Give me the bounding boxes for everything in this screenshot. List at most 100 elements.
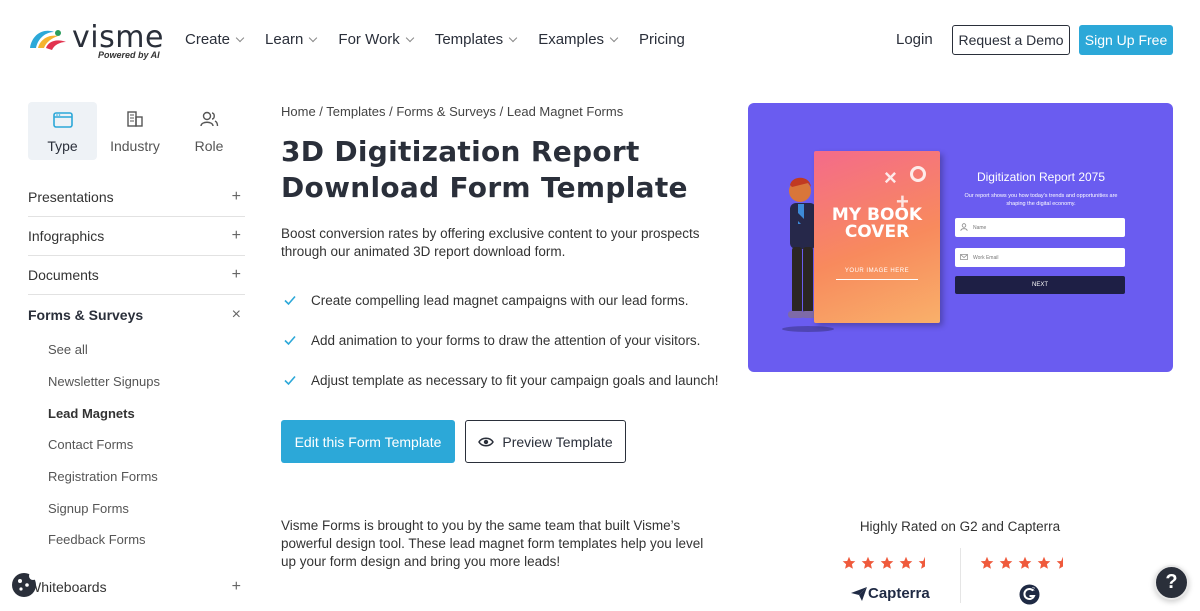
capterra-label: Capterra xyxy=(868,585,930,602)
check-icon xyxy=(284,335,296,346)
subcategory-registration-forms[interactable]: Registration Forms xyxy=(48,461,248,493)
half-star-icon xyxy=(1056,556,1063,569)
nav-templates[interactable]: Templates xyxy=(434,31,518,48)
visme-logo[interactable]: visme Powered by AI xyxy=(28,20,163,62)
subcategory-contact-forms[interactable]: Contact Forms xyxy=(48,429,248,461)
star-icon xyxy=(880,556,894,569)
star-icon xyxy=(861,556,875,569)
star-icon xyxy=(842,556,856,569)
book-cover-subtitle: YOUR IMAGE HERE xyxy=(836,268,918,280)
list-item: Add animation to your forms to draw the … xyxy=(283,320,718,360)
feature-text: Add animation to your forms to draw the … xyxy=(311,332,701,348)
subcategory-see-all[interactable]: See all xyxy=(48,334,248,366)
nav-pricing[interactable]: Pricing xyxy=(639,31,685,48)
subcategory-newsletter-signups[interactable]: Newsletter Signups xyxy=(48,366,248,398)
category-forms-surveys[interactable]: Forms & Surveys × xyxy=(28,295,245,334)
category-presentations[interactable]: Presentations + xyxy=(28,178,245,217)
filter-tabs: Type Industry Role xyxy=(28,102,248,162)
help-button[interactable]: ? xyxy=(1154,565,1189,600)
template-filter-sidebar: Type Industry Role Presentations + Infogr… xyxy=(28,102,248,607)
expand-icon: + xyxy=(231,188,241,205)
category-label: Presentations xyxy=(28,189,114,205)
login-link[interactable]: Login xyxy=(896,31,933,48)
svg-text:2: 2 xyxy=(1032,587,1035,593)
nav-pricing-label: Pricing xyxy=(639,31,685,48)
preview-email-field: Work Email xyxy=(955,248,1125,267)
nav-examples[interactable]: Examples xyxy=(538,31,619,48)
nav-create[interactable]: Create xyxy=(185,31,245,48)
template-preview-image[interactable]: × + MY BOOK COVER YOUR IMAGE HERE Digiti… xyxy=(748,103,1173,372)
collapse-icon: × xyxy=(231,305,241,323)
tab-industry-label: Industry xyxy=(110,138,160,154)
capterra-logo: Capterra xyxy=(850,585,930,602)
cookie-settings-icon[interactable] xyxy=(11,572,37,598)
book-cover-mockup: × + MY BOOK COVER YOUR IMAGE HERE xyxy=(814,151,940,323)
visme-logo-icon xyxy=(30,30,66,50)
subcategory-feedback-forms[interactable]: Feedback Forms xyxy=(48,524,248,556)
nav-learn-label: Learn xyxy=(265,31,304,48)
expand-icon: + xyxy=(231,578,241,596)
category-label: Forms & Surveys xyxy=(28,306,144,323)
buildings-icon xyxy=(127,111,143,127)
nav-create-label: Create xyxy=(185,31,231,48)
tab-industry[interactable]: Industry xyxy=(99,102,171,160)
subcategory-lead-magnets[interactable]: Lead Magnets xyxy=(48,397,248,429)
half-star-icon xyxy=(918,556,925,569)
subcategory-list: See all Newsletter Signups Lead Magnets … xyxy=(28,334,248,556)
sign-up-button[interactable]: Sign Up Free xyxy=(1079,25,1173,55)
g2-logo-icon: 2 xyxy=(1019,584,1040,605)
star-icon xyxy=(1037,556,1051,569)
category-whiteboards[interactable]: Whiteboards + xyxy=(28,568,245,607)
g2-stars xyxy=(980,556,1070,570)
chevron-down-icon xyxy=(508,33,518,43)
list-item: Create compelling lead magnet campaigns … xyxy=(283,280,718,320)
logo-tagline: Powered by AI xyxy=(98,50,160,60)
expand-icon: + xyxy=(231,227,241,244)
nav-for-work[interactable]: For Work xyxy=(338,31,415,48)
forms-intro-text: Visme Forms is brought to you by the sam… xyxy=(281,518,704,569)
window-icon xyxy=(52,112,73,128)
mail-icon xyxy=(960,254,968,260)
tab-role-label: Role xyxy=(194,138,224,154)
capterra-stars xyxy=(842,556,932,570)
tab-type-label: Type xyxy=(47,138,78,154)
chevron-down-icon xyxy=(405,33,415,43)
tab-type[interactable]: Type xyxy=(28,102,97,160)
preview-template-label: Preview Template xyxy=(502,433,613,450)
star-icon xyxy=(899,556,913,569)
edit-template-button[interactable]: Edit this Form Template xyxy=(281,420,455,463)
chevron-down-icon xyxy=(235,33,245,43)
preview-name-field: Name xyxy=(955,218,1125,237)
chevron-down-icon xyxy=(609,33,619,43)
subcategory-signup-forms[interactable]: Signup Forms xyxy=(48,492,248,524)
category-label: Infographics xyxy=(28,228,105,244)
nav-templates-label: Templates xyxy=(434,31,504,48)
template-description: Boost conversion rates by offering exclu… xyxy=(281,226,700,259)
category-infographics[interactable]: Infographics + xyxy=(28,217,245,256)
preview-form-title: Digitization Report 2075 xyxy=(976,170,1106,184)
expand-icon: + xyxy=(231,266,241,283)
eye-icon xyxy=(478,437,495,446)
preview-template-button[interactable]: Preview Template xyxy=(465,420,626,463)
request-demo-button[interactable]: Request a Demo xyxy=(952,25,1070,55)
feature-text: Create compelling lead magnet campaigns … xyxy=(311,292,689,308)
star-icon xyxy=(999,556,1013,569)
people-icon xyxy=(200,111,219,127)
preview-next-button: NEXT xyxy=(955,276,1125,294)
category-documents[interactable]: Documents + xyxy=(28,256,245,295)
chevron-down-icon xyxy=(309,33,318,43)
tab-role[interactable]: Role xyxy=(173,102,245,160)
check-icon xyxy=(284,295,296,306)
user-icon xyxy=(960,223,968,231)
star-icon xyxy=(1018,556,1032,569)
preview-email-placeholder: Work Email xyxy=(973,254,999,261)
nav-learn[interactable]: Learn xyxy=(265,31,318,48)
main-nav: Create Learn For Work Templates Examples… xyxy=(185,31,707,48)
category-label: Documents xyxy=(28,267,99,283)
check-icon xyxy=(284,375,296,386)
ratings-heading: Highly Rated on G2 and Capterra xyxy=(859,519,1061,534)
capterra-arrow-icon xyxy=(851,586,867,601)
breadcrumb[interactable]: Home / Templates / Forms & Surveys / Lea… xyxy=(281,104,623,119)
category-label: Whiteboards xyxy=(28,579,107,596)
book-cover-title: MY BOOK COVER xyxy=(831,205,923,242)
